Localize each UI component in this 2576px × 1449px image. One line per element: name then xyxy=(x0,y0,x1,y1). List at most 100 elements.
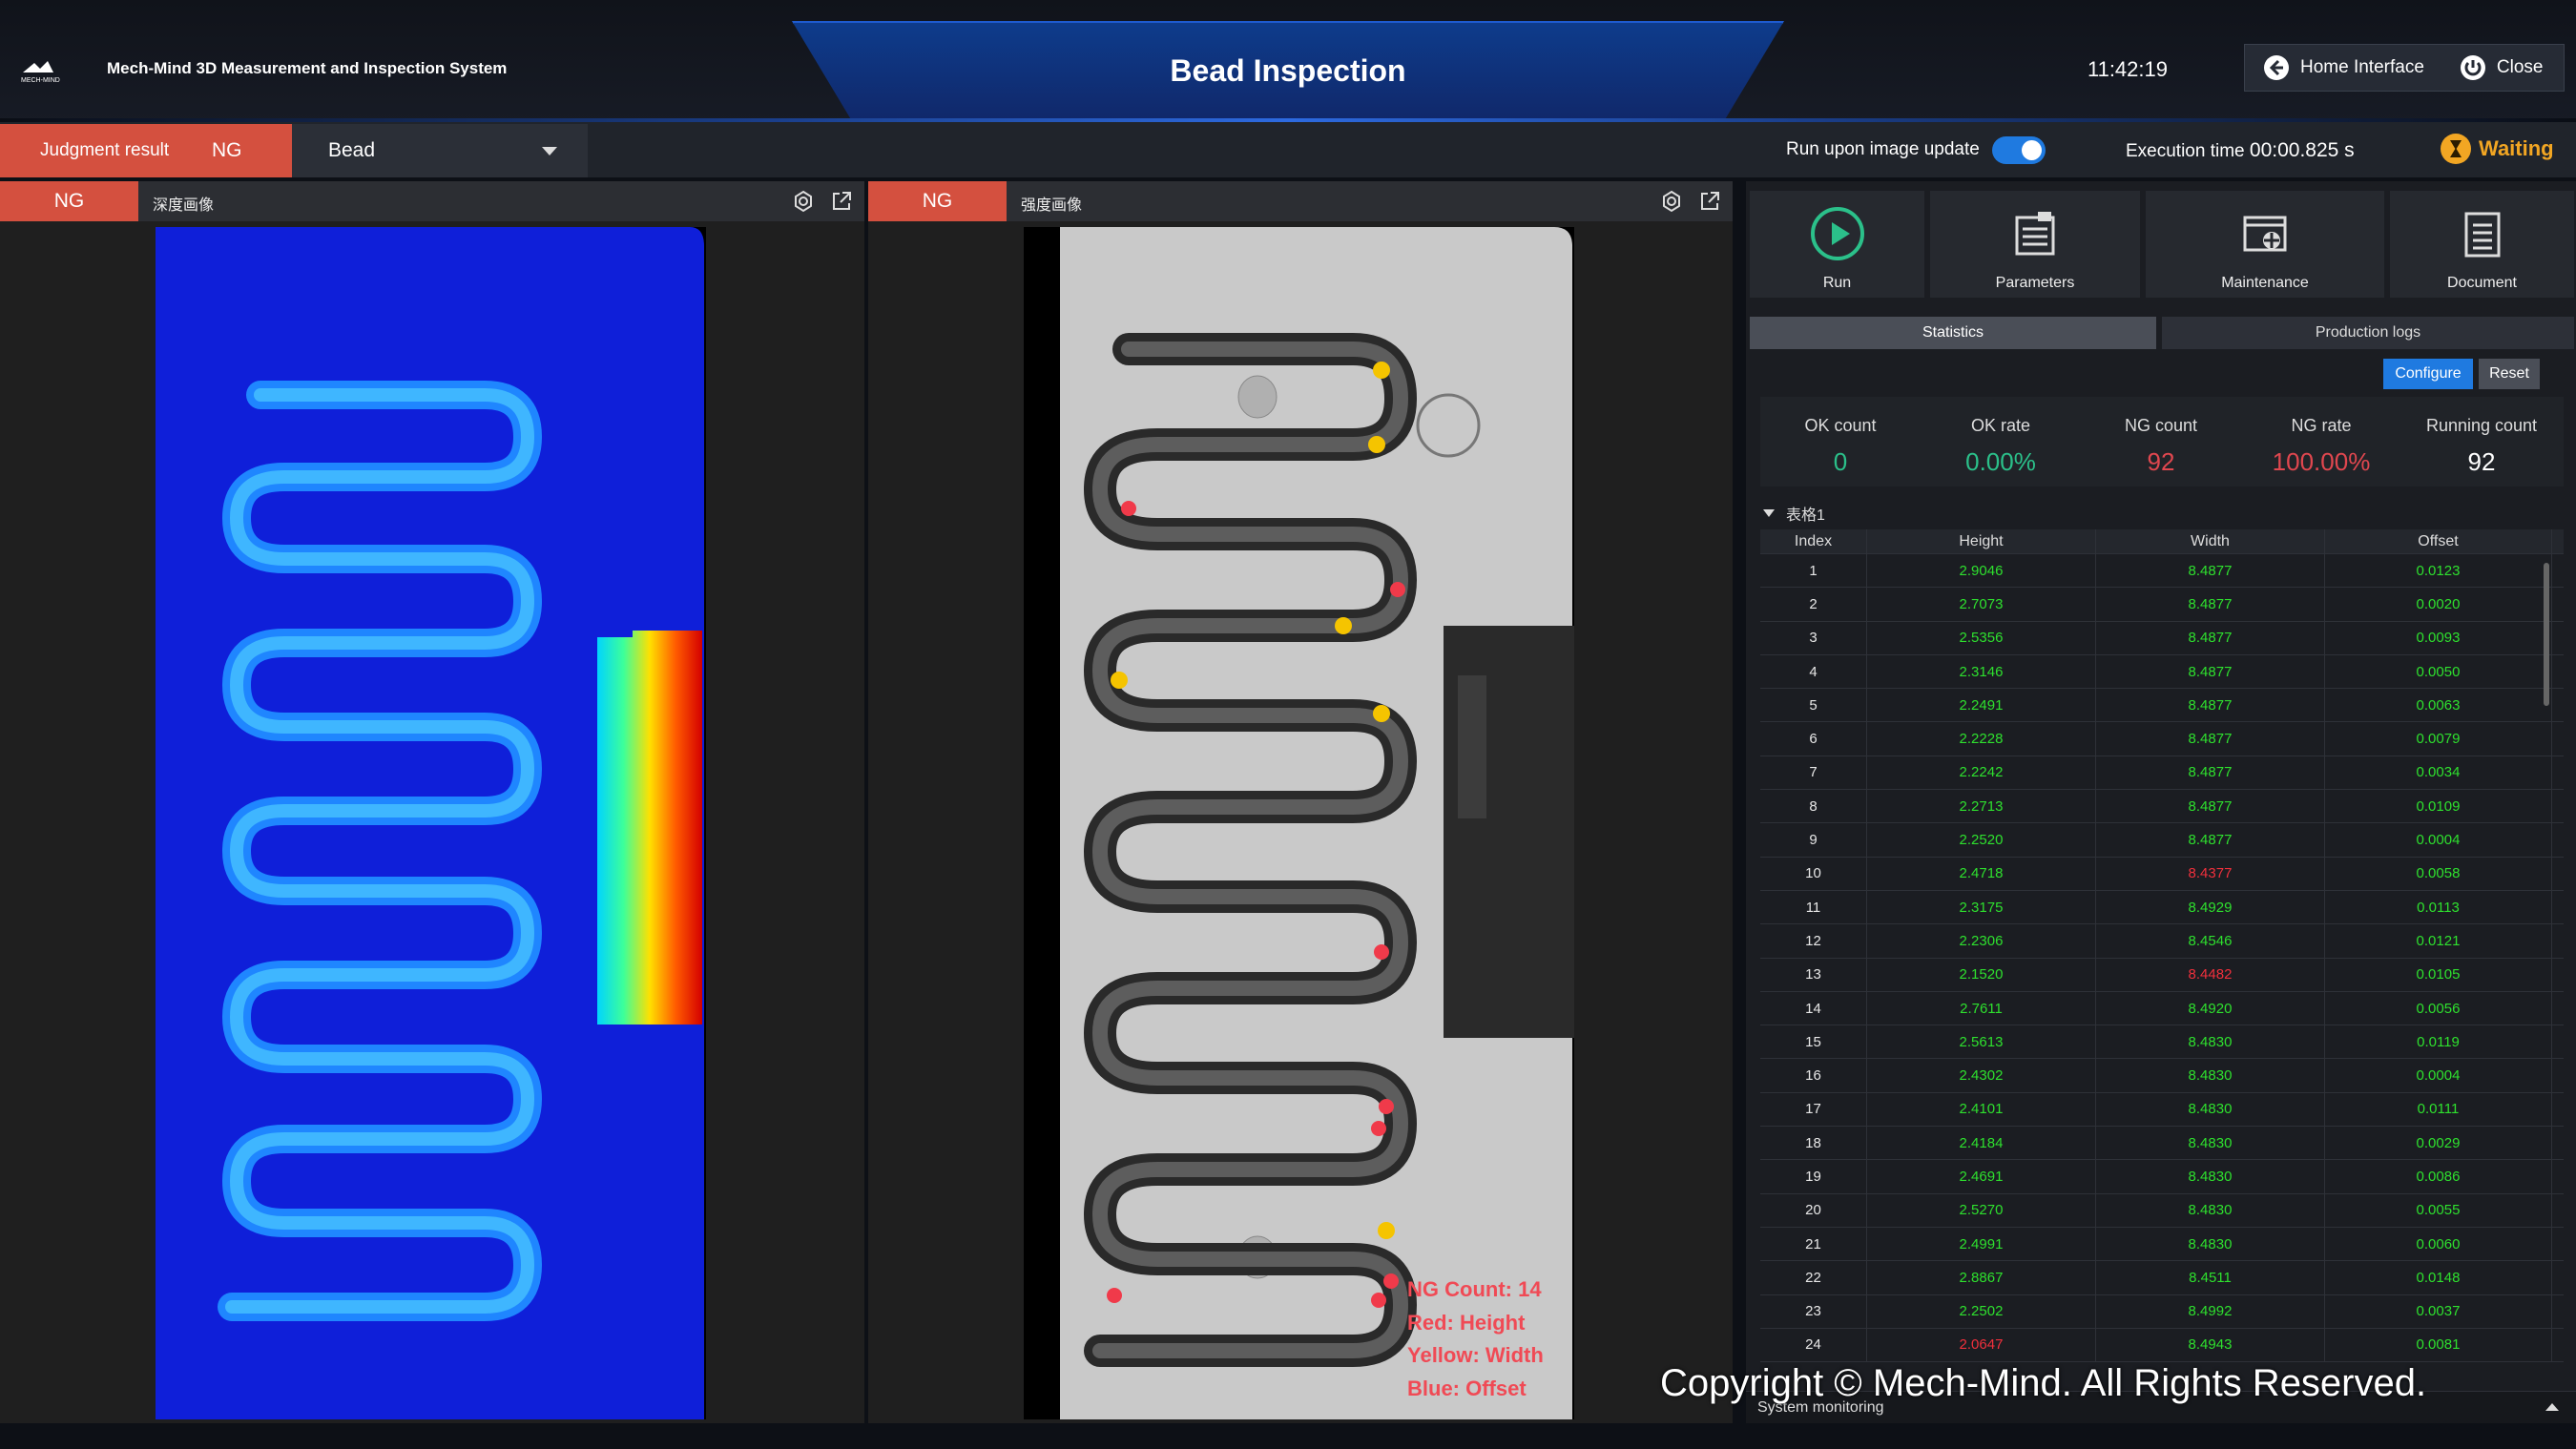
run-upon-update-label: Run upon image update xyxy=(1786,139,1980,159)
table-row[interactable]: 19 2.4691 8.4830 0.0086 xyxy=(1760,1160,2564,1194)
table-row[interactable]: 9 2.2520 8.4877 0.0004 xyxy=(1760,823,2564,858)
tab-statistics[interactable]: Statistics xyxy=(1750,317,2156,349)
table-row[interactable]: 21 2.4991 8.4830 0.0060 xyxy=(1760,1227,2564,1262)
table-cell: 8.4830 xyxy=(2096,1025,2325,1059)
table-cell: 1 xyxy=(1760,554,1867,588)
table-cell: 8.4546 xyxy=(2096,924,2325,958)
table-row[interactable]: 13 2.1520 8.4482 0.0105 xyxy=(1760,958,2564,992)
popout-icon[interactable] xyxy=(1698,190,1721,213)
table-cell: 0.0055 xyxy=(2325,1193,2552,1227)
table-row[interactable]: 16 2.4302 8.4830 0.0004 xyxy=(1760,1059,2564,1093)
table-row[interactable]: 24 2.0647 8.4943 0.0081 xyxy=(1760,1328,2564,1363)
table-header: Index Height Width Offset xyxy=(1760,529,2564,554)
stat-label: NG rate xyxy=(2291,416,2352,435)
table-cell: 0.0109 xyxy=(2325,790,2552,823)
page-title: Bead Inspection xyxy=(1170,53,1406,88)
depth-image-canvas[interactable] xyxy=(156,227,706,1419)
table-cell: 8.4877 xyxy=(2096,823,2325,857)
table-cell: 0.0037 xyxy=(2325,1294,2552,1328)
close-button[interactable]: Close xyxy=(2441,44,2561,92)
depth-image-title: 深度画像 xyxy=(153,197,215,214)
table-body: 1 2.9046 8.4877 0.0123 2 2.7073 8.4877 0.0020 3 2… xyxy=(1760,554,2564,1363)
table-cell: 8.4877 xyxy=(2096,756,2325,790)
table-row[interactable]: 14 2.7611 8.4920 0.0056 xyxy=(1760,991,2564,1026)
table-cell: 8.4992 xyxy=(2096,1294,2325,1328)
table-cell: 0.0050 xyxy=(2325,654,2552,689)
results-panel: Run Parameters Maintenance Document Stat… xyxy=(1746,181,2576,1423)
maintenance-button[interactable]: Maintenance xyxy=(2146,191,2384,298)
execution-time-value: 00:00.825 s xyxy=(2249,139,2355,161)
table-row[interactable]: 17 2.4101 8.4830 0.0111 xyxy=(1760,1092,2564,1128)
table-cell: 2.4101 xyxy=(1867,1092,2096,1127)
intensity-image-canvas[interactable] xyxy=(1024,227,1574,1419)
table-cell: 8.4943 xyxy=(2096,1328,2325,1362)
table-scrollbar[interactable] xyxy=(2544,563,2549,706)
table-row[interactable]: 11 2.3175 8.4929 0.0113 xyxy=(1760,890,2564,925)
intensity-image-panel: NG 强度画像 xyxy=(868,181,1733,1423)
table-cell: 24 xyxy=(1760,1328,1867,1362)
run-upon-update-toggle[interactable] xyxy=(1992,136,2046,164)
table-cell: 2.4184 xyxy=(1867,1127,2096,1160)
settings-icon[interactable] xyxy=(1660,190,1683,213)
table-row[interactable]: 15 2.5613 8.4830 0.0119 xyxy=(1760,1025,2564,1060)
table-cell: 2.5270 xyxy=(1867,1193,2096,1227)
table-row[interactable]: 10 2.4718 8.4377 0.0058 xyxy=(1760,857,2564,891)
table-row[interactable]: 3 2.5356 8.4877 0.0093 xyxy=(1760,621,2564,655)
depth-image-header: NG 深度画像 xyxy=(0,181,864,221)
table-row[interactable]: 1 2.9046 8.4877 0.0123 xyxy=(1760,554,2564,589)
table-cell: 22 xyxy=(1760,1261,1867,1294)
column-header[interactable]: Offset xyxy=(2325,529,2552,553)
inspection-selector[interactable]: Bead xyxy=(292,124,588,177)
column-header[interactable]: Height xyxy=(1867,529,2096,553)
table-cell: 15 xyxy=(1760,1025,1867,1059)
chevron-up-icon xyxy=(2545,1403,2559,1411)
stat-label: OK rate xyxy=(1970,416,2031,435)
table-row[interactable]: 5 2.2491 8.4877 0.0063 xyxy=(1760,689,2564,723)
table-row[interactable]: 18 2.4184 8.4830 0.0029 xyxy=(1760,1127,2564,1161)
parameters-button[interactable]: Parameters xyxy=(1930,191,2140,298)
legend-red: Red: Height xyxy=(1407,1310,1526,1335)
system-name: Mech-Mind 3D Measurement and Inspection … xyxy=(107,59,508,77)
reset-button[interactable]: Reset xyxy=(2479,359,2540,389)
table-row[interactable]: 2 2.7073 8.4877 0.0020 xyxy=(1760,588,2564,622)
results-table: Index Height Width Offset 1 2.9046 8.4877 0… xyxy=(1760,529,2564,1363)
depth-image xyxy=(156,227,704,1419)
configure-button[interactable]: Configure xyxy=(2383,359,2473,389)
table-row[interactable]: 8 2.2713 8.4877 0.0109 xyxy=(1760,790,2564,824)
table-cell: 2.2242 xyxy=(1867,756,2096,790)
table-cell: 8.4877 xyxy=(2096,554,2325,588)
home-interface-button[interactable]: Home Interface xyxy=(2245,44,2441,92)
table-cell: 0.0060 xyxy=(2325,1227,2552,1261)
table-row[interactable]: 20 2.5270 8.4830 0.0055 xyxy=(1760,1193,2564,1228)
run-button[interactable]: Run xyxy=(1750,191,1924,298)
settings-icon[interactable] xyxy=(792,190,815,213)
table-cell: 2.4718 xyxy=(1867,857,2096,890)
table-cell: 8.4830 xyxy=(2096,1127,2325,1160)
table-row[interactable]: 4 2.3146 8.4877 0.0050 xyxy=(1760,654,2564,690)
intensity-image xyxy=(1060,227,1574,1419)
table-cell: 2.0647 xyxy=(1867,1328,2096,1362)
legend-yellow: Yellow: Width xyxy=(1407,1343,1544,1367)
table-cell: 0.0056 xyxy=(2325,991,2552,1025)
table-row[interactable]: 23 2.2502 8.4992 0.0037 xyxy=(1760,1294,2564,1329)
column-header[interactable]: Width xyxy=(2096,529,2325,553)
table-cell: 2.2502 xyxy=(1867,1294,2096,1328)
table-cell: 3 xyxy=(1760,621,1867,654)
table-row[interactable]: 22 2.8867 8.4511 0.0148 xyxy=(1760,1261,2564,1295)
table-row[interactable]: 7 2.2242 8.4877 0.0034 xyxy=(1760,756,2564,791)
overlay-legend: NG Count: 14 Red: Height Yellow: Width B… xyxy=(1407,1273,1544,1405)
table-row[interactable]: 12 2.2306 8.4546 0.0121 xyxy=(1760,924,2564,959)
table-cell: 2.4991 xyxy=(1867,1227,2096,1261)
table-cell: 17 xyxy=(1760,1092,1867,1127)
tab-production-logs[interactable]: Production logs xyxy=(2162,317,2574,349)
stat-value: 100.00% xyxy=(2272,447,2371,476)
table-cell: 2.5356 xyxy=(1867,621,2096,654)
table-cell: 8.4877 xyxy=(2096,689,2325,722)
chevron-down-icon xyxy=(542,147,557,155)
column-header[interactable]: Index xyxy=(1760,529,1867,553)
document-button[interactable]: Document xyxy=(2390,191,2574,298)
table-toggle[interactable]: 表格1 xyxy=(1763,502,1825,525)
popout-icon[interactable] xyxy=(830,190,853,213)
table-row[interactable]: 6 2.2228 8.4877 0.0079 xyxy=(1760,722,2564,756)
table-cell: 8 xyxy=(1760,790,1867,823)
